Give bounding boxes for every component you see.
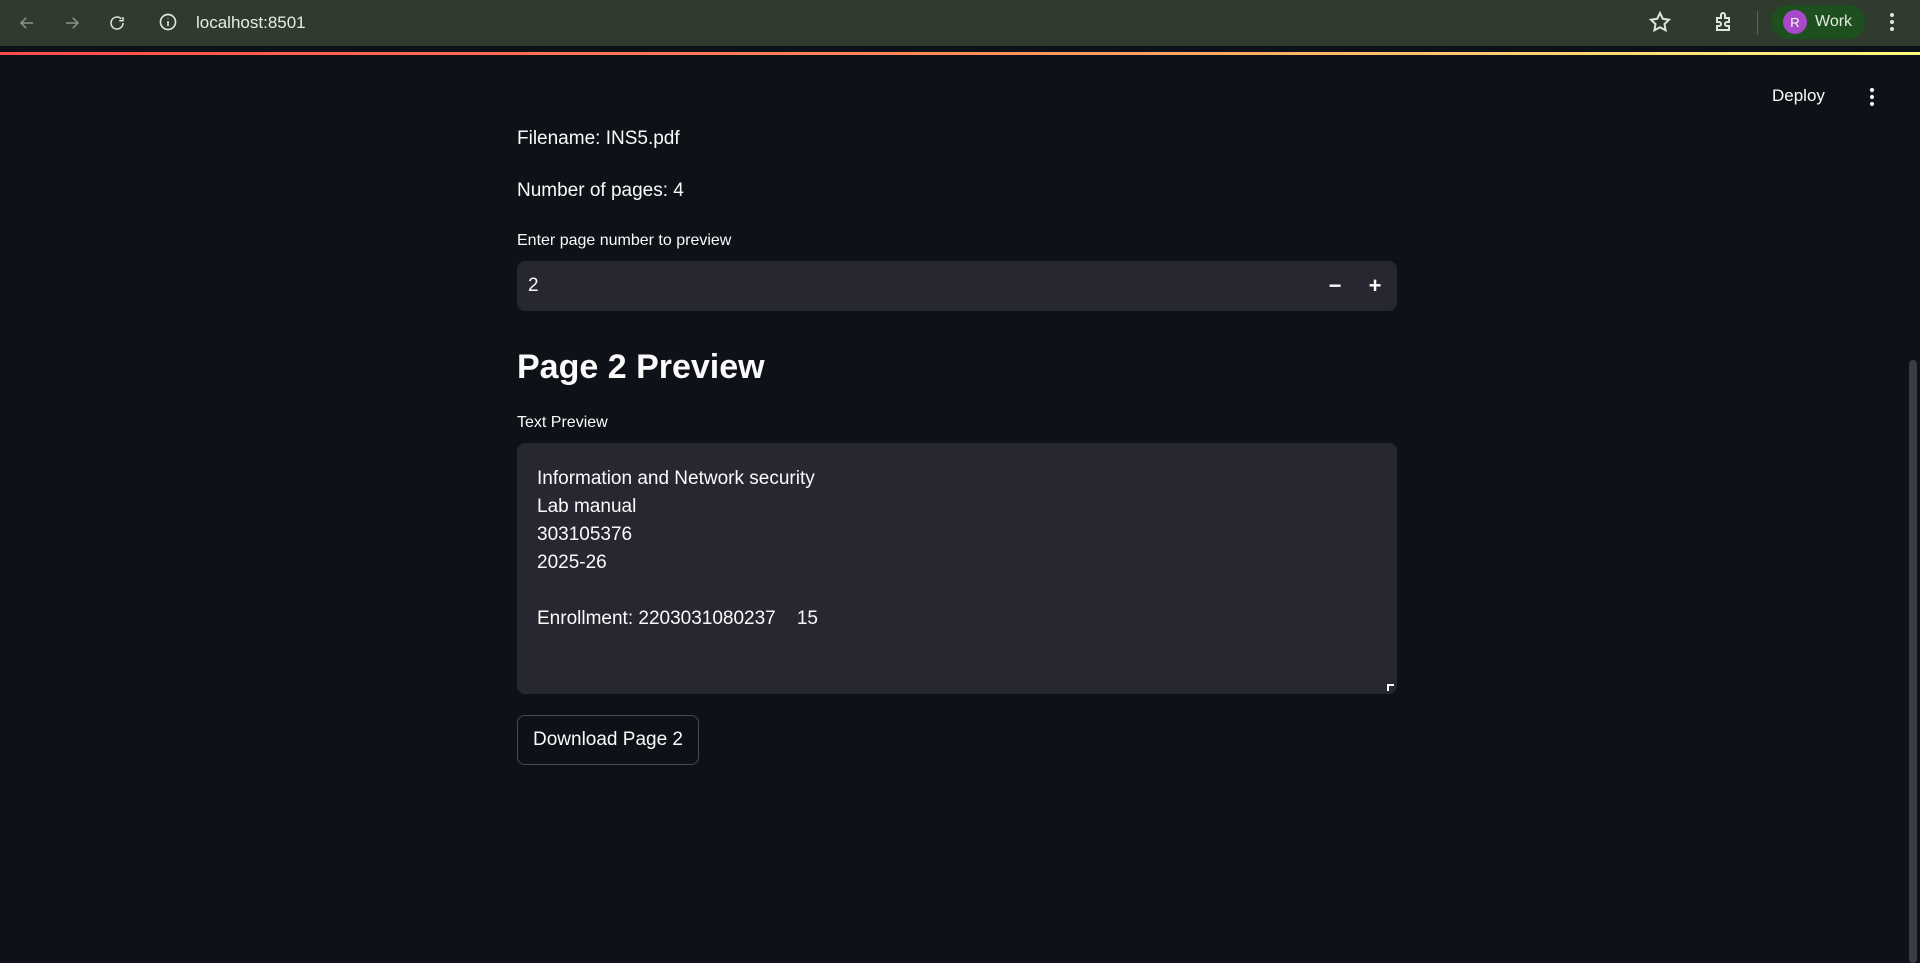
site-info-icon[interactable]: [158, 12, 180, 34]
text-preview-line: Enrollment: 2203031080237 15: [537, 608, 818, 629]
text-preview-label: Text Preview: [517, 414, 608, 431]
text-preview-area[interactable]: Information and Network security Lab man…: [517, 443, 1397, 694]
text-preview-line: Information and Network security: [537, 468, 815, 489]
increment-button[interactable]: +: [1355, 261, 1395, 311]
page-number-input[interactable]: 2 − +: [517, 261, 1397, 311]
resize-handle-icon[interactable]: [1387, 684, 1394, 691]
page-count-text: Number of pages: 4: [517, 180, 684, 201]
text-preview-line: 303105376: [537, 524, 633, 545]
extensions-icon[interactable]: [1712, 10, 1736, 36]
avatar: R: [1783, 10, 1807, 34]
page-input-label: Enter page number to preview: [517, 232, 732, 249]
profile-label: Work: [1815, 13, 1853, 30]
profile-button[interactable]: R Work: [1771, 5, 1865, 39]
decrement-button[interactable]: −: [1315, 261, 1355, 311]
app-menu-icon[interactable]: [1862, 86, 1882, 108]
address-bar[interactable]: localhost:8501: [196, 12, 306, 34]
app-decoration-bar: [0, 52, 1920, 55]
forward-icon[interactable]: [58, 10, 86, 36]
text-preview-line: Lab manual: [537, 496, 637, 517]
text-preview-line: 2025-26: [537, 552, 607, 573]
scrollbar-thumb[interactable]: [1909, 360, 1917, 963]
deploy-button[interactable]: Deploy: [1772, 86, 1825, 106]
back-icon[interactable]: [13, 10, 41, 36]
page-title: Page 2 Preview: [517, 348, 765, 386]
toolbar-separator: [1757, 11, 1758, 35]
filename-text: Filename: INS5.pdf: [517, 128, 680, 149]
text-preview-line: [537, 577, 1377, 605]
page-number-value[interactable]: 2: [528, 274, 539, 298]
browser-toolbar: localhost:8501 R Work: [0, 0, 1920, 46]
download-page-button[interactable]: Download Page 2: [517, 715, 699, 765]
browser-menu-icon[interactable]: [1880, 10, 1904, 36]
reload-icon[interactable]: [103, 10, 131, 36]
bookmark-star-icon[interactable]: [1648, 10, 1672, 36]
